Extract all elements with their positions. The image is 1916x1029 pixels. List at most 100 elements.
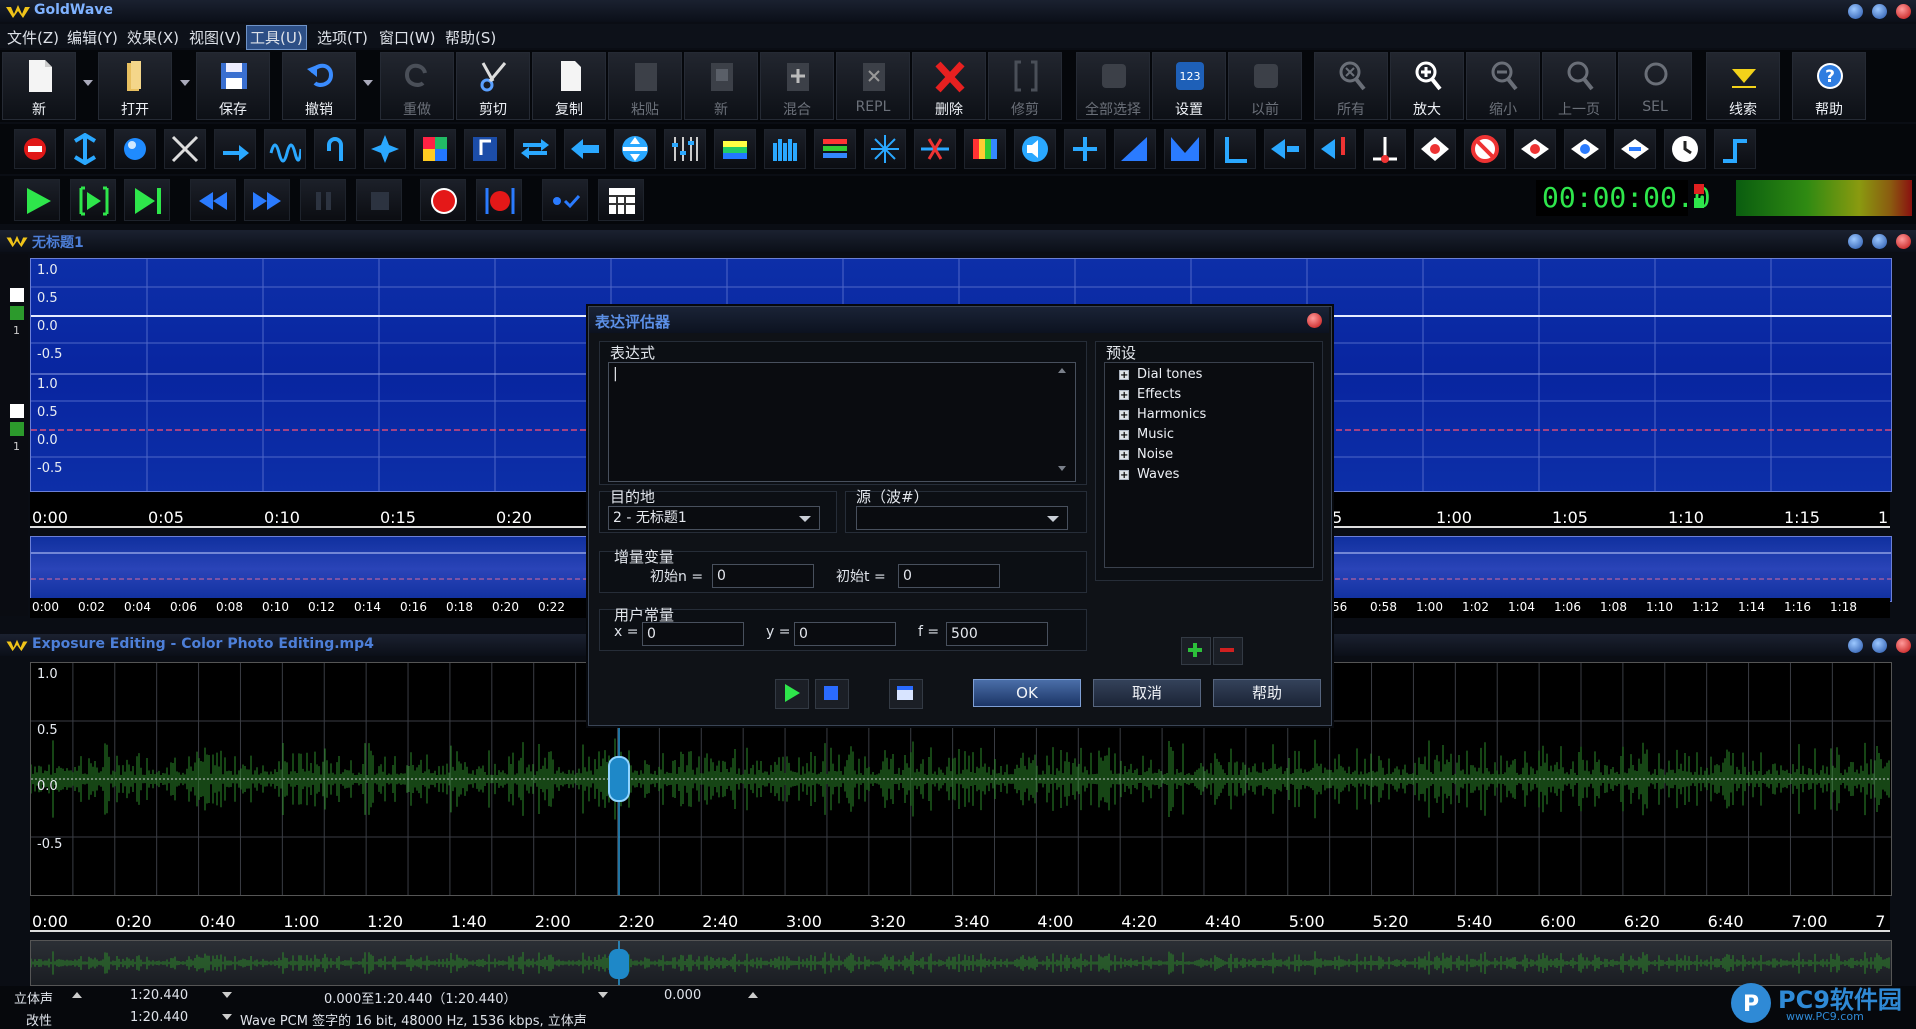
pop-click-button[interactable]	[864, 129, 906, 169]
menu-options[interactable]: 选项(T)	[314, 27, 371, 48]
position-up-icon[interactable]	[748, 992, 758, 998]
fast-forward-button[interactable]	[244, 179, 290, 221]
expand-plus-icon[interactable]: +	[1119, 389, 1129, 400]
new-dropdown-icon[interactable]	[83, 80, 93, 86]
menu-effects[interactable]: 效果(X)	[124, 27, 182, 48]
pause-button[interactable]	[300, 179, 346, 221]
shape-volume-button[interactable]	[1214, 129, 1256, 169]
menu-tools[interactable]: 工具(U)	[246, 25, 307, 50]
pan-button[interactable]	[1264, 129, 1306, 169]
menu-help[interactable]: 帮助(S)	[442, 27, 499, 48]
cut-button[interactable]: 剪切	[456, 52, 530, 120]
zoom-in-button[interactable]: 放大	[1390, 52, 1464, 120]
record-button[interactable]	[420, 179, 466, 221]
fade-in-button[interactable]	[1114, 129, 1156, 169]
presets-tree[interactable]: + Dial tones + Effects + Harmonics + Music +…	[1104, 362, 1314, 568]
save-button[interactable]: 保存	[196, 52, 270, 120]
trim-button[interactable]: 修剪	[988, 52, 1062, 120]
preset-item[interactable]: + Noise	[1119, 447, 1173, 462]
equalizer-button[interactable]	[664, 129, 706, 169]
destination-select[interactable]: 2 - 无标题1	[608, 506, 820, 530]
wave1-close-button[interactable]	[1896, 234, 1911, 249]
open-dropdown-icon[interactable]	[180, 80, 190, 86]
silence-button[interactable]	[1364, 129, 1406, 169]
expression-scroll-down-icon[interactable]	[1058, 466, 1066, 471]
stop-effect-button[interactable]	[14, 129, 56, 169]
undo-dropdown-icon[interactable]	[363, 80, 373, 86]
compressor-button[interactable]	[214, 129, 256, 169]
new-button[interactable]: 新	[2, 52, 76, 120]
y-input[interactable]: 0	[794, 622, 896, 646]
minimize-button[interactable]	[1848, 4, 1863, 19]
ok-button[interactable]: OK	[973, 679, 1081, 707]
preview-play-button[interactable]	[775, 679, 809, 709]
wave2-minimize-button[interactable]	[1848, 638, 1863, 653]
expand-plus-icon[interactable]: +	[1119, 409, 1129, 420]
length-dropdown-icon[interactable]	[222, 992, 232, 998]
expand-plus-icon[interactable]: +	[1119, 469, 1129, 480]
maximize-button[interactable]	[1872, 4, 1887, 19]
device-button[interactable]	[889, 679, 923, 709]
filter-button[interactable]	[714, 129, 756, 169]
echo-button[interactable]	[314, 129, 356, 169]
redo-button[interactable]: 重做	[380, 52, 454, 120]
sel-button[interactable]: SEL	[1618, 52, 1692, 120]
menu-edit[interactable]: 编辑(Y)	[64, 27, 121, 48]
bounce-button[interactable]	[1714, 129, 1756, 169]
control-window-button[interactable]	[598, 179, 644, 221]
cancel-button[interactable]: 取消	[1093, 679, 1201, 707]
channel-right-check-icon[interactable]	[10, 422, 24, 436]
settings-button[interactable]: 123 设置	[1152, 52, 1226, 120]
channel-left-check-icon[interactable]	[10, 306, 24, 320]
expression-input[interactable]: |	[608, 362, 1076, 482]
expand-plus-icon[interactable]: +	[1119, 449, 1129, 460]
flanger-button[interactable]	[364, 129, 406, 169]
play-button[interactable]	[14, 179, 60, 221]
prev-page-button[interactable]: 上一页	[1542, 52, 1616, 120]
invert-button[interactable]	[1414, 129, 1456, 169]
menu-file[interactable]: 文件(Z)	[4, 27, 62, 48]
pitch-button[interactable]	[464, 129, 506, 169]
channel-mixer-button[interactable]	[1064, 129, 1106, 169]
zoom-out-button[interactable]: 缩小	[1466, 52, 1540, 120]
delete-button[interactable]: 删除	[912, 52, 986, 120]
noise-reduction-button[interactable]	[814, 129, 856, 169]
wave1-maximize-button[interactable]	[1872, 234, 1887, 249]
wave2-maximize-button[interactable]	[1872, 638, 1887, 653]
device-controls-button[interactable]	[542, 179, 588, 221]
preset-item[interactable]: + Dial tones	[1119, 367, 1202, 382]
fade-out-button[interactable]	[1164, 129, 1206, 169]
wave1-minimize-button[interactable]	[1848, 234, 1863, 249]
paste-button[interactable]: 粘贴	[608, 52, 682, 120]
preset-item[interactable]: + Waves	[1119, 467, 1179, 482]
preset-item[interactable]: + Music	[1119, 427, 1174, 442]
wave2-overview[interactable]	[30, 940, 1892, 986]
open-button[interactable]: 打开	[98, 52, 172, 120]
distortion-button[interactable]	[264, 129, 306, 169]
zoom-all-button[interactable]: 所有	[1314, 52, 1388, 120]
cue-button[interactable]: 线索	[1706, 52, 1780, 120]
source-select[interactable]	[856, 506, 1068, 530]
marker-button[interactable]	[1314, 129, 1356, 169]
play-to-end-button[interactable]	[124, 179, 170, 221]
preset-item[interactable]: + Effects	[1119, 387, 1181, 402]
dialog-help-button[interactable]: 帮助	[1213, 679, 1321, 707]
menu-window[interactable]: 窗口(W)	[376, 27, 439, 48]
remove-preset-button[interactable]	[1213, 637, 1243, 665]
time-warp-button[interactable]	[1614, 129, 1656, 169]
rewind-button[interactable]	[190, 179, 236, 221]
expand-plus-icon[interactable]: +	[1119, 369, 1129, 380]
stop-button[interactable]	[356, 179, 402, 221]
fade-button[interactable]	[164, 129, 206, 169]
stereo-button[interactable]	[1564, 129, 1606, 169]
offset-button[interactable]	[1464, 129, 1506, 169]
selection-dropdown-icon[interactable]	[598, 992, 608, 998]
help-button[interactable]: ? 帮助	[1792, 52, 1866, 120]
resample-button[interactable]	[614, 129, 656, 169]
mechanize-button[interactable]	[414, 129, 456, 169]
volume-button[interactable]	[1014, 129, 1056, 169]
channel-right-enable-checkbox[interactable]	[10, 404, 24, 418]
x-input[interactable]: 0	[642, 622, 744, 646]
play-selection-button[interactable]	[70, 179, 116, 221]
wave2-close-button[interactable]	[1896, 638, 1911, 653]
